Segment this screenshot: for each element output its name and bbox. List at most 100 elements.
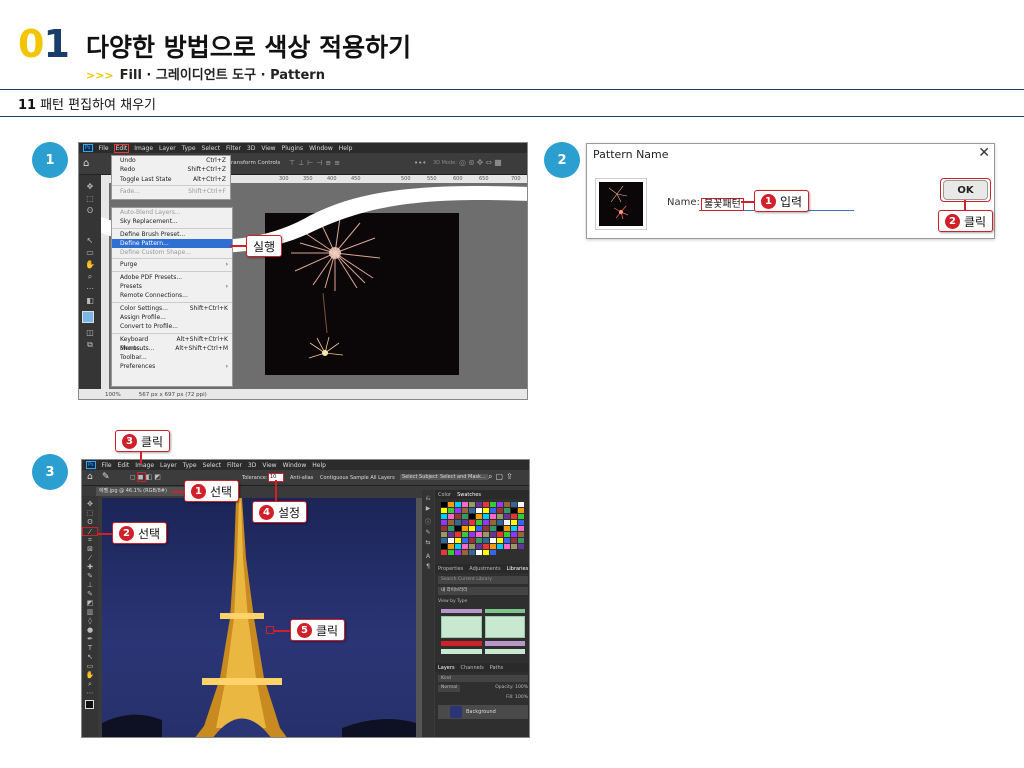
color-swatch[interactable]	[497, 544, 503, 549]
menu-layer[interactable]: Layer	[159, 145, 176, 152]
color-swatch[interactable]	[476, 502, 482, 507]
color-swatch[interactable]	[511, 532, 517, 537]
menu-item-menus[interactable]: Menus... Alt+Shift+Ctrl+M	[112, 344, 232, 353]
sample-all-layers-checkbox[interactable]: Sample All Layers	[350, 475, 395, 481]
color-swatch[interactable]	[448, 526, 454, 531]
color-swatch[interactable]	[476, 550, 482, 555]
align-icons[interactable]: ⊤⊥⊢⊣≡≡	[289, 159, 343, 167]
color-swatch[interactable]	[497, 508, 503, 513]
color-swatch[interactable]	[518, 526, 524, 531]
color-swatch[interactable]	[455, 526, 461, 531]
default-colors-icon[interactable]: ◧	[79, 295, 101, 307]
type-tool-icon[interactable]: T	[82, 644, 98, 653]
tab-adjustments[interactable]: Adjustments	[469, 566, 500, 572]
menu-type[interactable]: Type	[182, 145, 196, 152]
menu-item-undo[interactable]: Undo Ctrl+Z	[112, 156, 230, 165]
color-swatch[interactable]	[518, 538, 524, 543]
menu-layer[interactable]: Layer	[160, 462, 177, 469]
color-swatch[interactable]	[504, 544, 510, 549]
color-swatch[interactable]	[448, 532, 454, 537]
color-swatch[interactable]	[511, 508, 517, 513]
color-swatch[interactable]	[441, 544, 447, 549]
color-swatch[interactable]	[441, 550, 447, 555]
color-swatch[interactable]	[511, 514, 517, 519]
menu-view[interactable]: View	[261, 145, 275, 152]
menu-3d[interactable]: 3D	[248, 462, 256, 469]
select-subject-button[interactable]: Select Subject	[400, 474, 440, 480]
menu-select[interactable]: Select	[203, 462, 222, 469]
menu-3d[interactable]: 3D	[247, 145, 255, 152]
color-swatch[interactable]	[469, 514, 475, 519]
tab-libraries[interactable]: Libraries	[507, 566, 529, 572]
color-swatch[interactable]	[441, 514, 447, 519]
frame-tool-icon[interactable]: ⊠	[82, 545, 98, 554]
menu-item-color-settings[interactable]: Color Settings... Shift+Ctrl+K	[112, 304, 232, 313]
stamp-tool-icon[interactable]: ⊥	[82, 581, 98, 590]
gradient-tool-icon[interactable]: ▥	[82, 608, 98, 617]
color-swatch[interactable]	[455, 544, 461, 549]
menu-window[interactable]: Window	[283, 462, 307, 469]
tab-swatches[interactable]: Swatches	[457, 492, 481, 498]
menu-filter[interactable]: Filter	[226, 145, 241, 152]
color-swatch[interactable]	[497, 520, 503, 525]
close-icon[interactable]: ✕	[978, 145, 990, 161]
tab-channels[interactable]: Channels	[461, 665, 484, 671]
color-swatch[interactable]	[448, 508, 454, 513]
brushes-panel-icon[interactable]: ✎	[422, 528, 434, 538]
actions-panel-icon[interactable]: ▶	[422, 504, 434, 514]
color-swatch[interactable]	[483, 526, 489, 531]
color-swatch[interactable]	[469, 508, 475, 513]
more-icon[interactable]: •••	[414, 159, 426, 167]
color-swatch[interactable]	[511, 544, 517, 549]
shape-tool-icon[interactable]: ▭	[82, 662, 98, 671]
magic-wand-tool-icon[interactable]: ⁄	[82, 527, 98, 536]
foreground-color-swatch[interactable]	[85, 700, 94, 709]
marquee-tool-icon[interactable]: ⬚	[79, 193, 101, 205]
more-tools-icon[interactable]: ⋯	[82, 689, 98, 698]
color-swatch[interactable]	[483, 538, 489, 543]
color-swatch[interactable]	[448, 514, 454, 519]
color-swatch[interactable]	[441, 520, 447, 525]
library-pattern-item[interactable]	[484, 616, 525, 638]
view-by-type[interactable]: View by Type	[438, 598, 528, 606]
color-swatch[interactable]	[504, 514, 510, 519]
character-panel-icon[interactable]: A	[422, 552, 434, 562]
color-swatch[interactable]	[511, 520, 517, 525]
color-swatch[interactable]	[455, 520, 461, 525]
menu-help[interactable]: Help	[312, 462, 326, 469]
more-tools-icon[interactable]: ⋯	[79, 283, 101, 295]
color-swatch[interactable]	[462, 508, 468, 513]
layers-kind-filter[interactable]: Kind	[438, 675, 528, 682]
color-swatch[interactable]	[462, 538, 468, 543]
color-swatch[interactable]	[483, 544, 489, 549]
menu-view[interactable]: View	[262, 462, 276, 469]
library-color-item[interactable]	[441, 641, 482, 646]
color-swatch[interactable]	[490, 550, 496, 555]
color-swatch[interactable]	[497, 526, 503, 531]
menu-item-remote-connections[interactable]: Remote Connections...	[112, 291, 232, 300]
menu-item-purge[interactable]: Purge ›	[112, 260, 232, 269]
color-swatch[interactable]	[490, 520, 496, 525]
color-swatch[interactable]	[455, 514, 461, 519]
color-swatch[interactable]	[518, 544, 524, 549]
color-swatch[interactable]	[455, 508, 461, 513]
color-swatch[interactable]	[504, 532, 510, 537]
color-swatch[interactable]	[518, 514, 524, 519]
color-swatch[interactable]	[504, 502, 510, 507]
menu-file[interactable]: File	[99, 145, 109, 152]
color-swatch[interactable]	[490, 526, 496, 531]
menu-item-presets[interactable]: Presets ›	[112, 282, 232, 291]
color-swatch[interactable]	[497, 538, 503, 543]
eyedropper-tool-icon[interactable]: ⁄	[82, 554, 98, 563]
color-swatch[interactable]	[455, 532, 461, 537]
foreground-color-swatch[interactable]	[82, 311, 94, 323]
menu-item-convert-profile[interactable]: Convert to Profile...	[112, 322, 232, 331]
magic-wand-option-icon[interactable]: ✎	[102, 472, 110, 482]
menu-help[interactable]: Help	[339, 145, 353, 152]
paragraph-panel-icon[interactable]: ¶	[422, 562, 434, 572]
hand-tool-icon[interactable]: ✋	[82, 671, 98, 680]
menu-filter[interactable]: Filter	[227, 462, 242, 469]
color-swatch[interactable]	[504, 526, 510, 531]
lasso-tool-icon[interactable]: ʘ	[79, 205, 101, 217]
color-swatch[interactable]	[441, 526, 447, 531]
